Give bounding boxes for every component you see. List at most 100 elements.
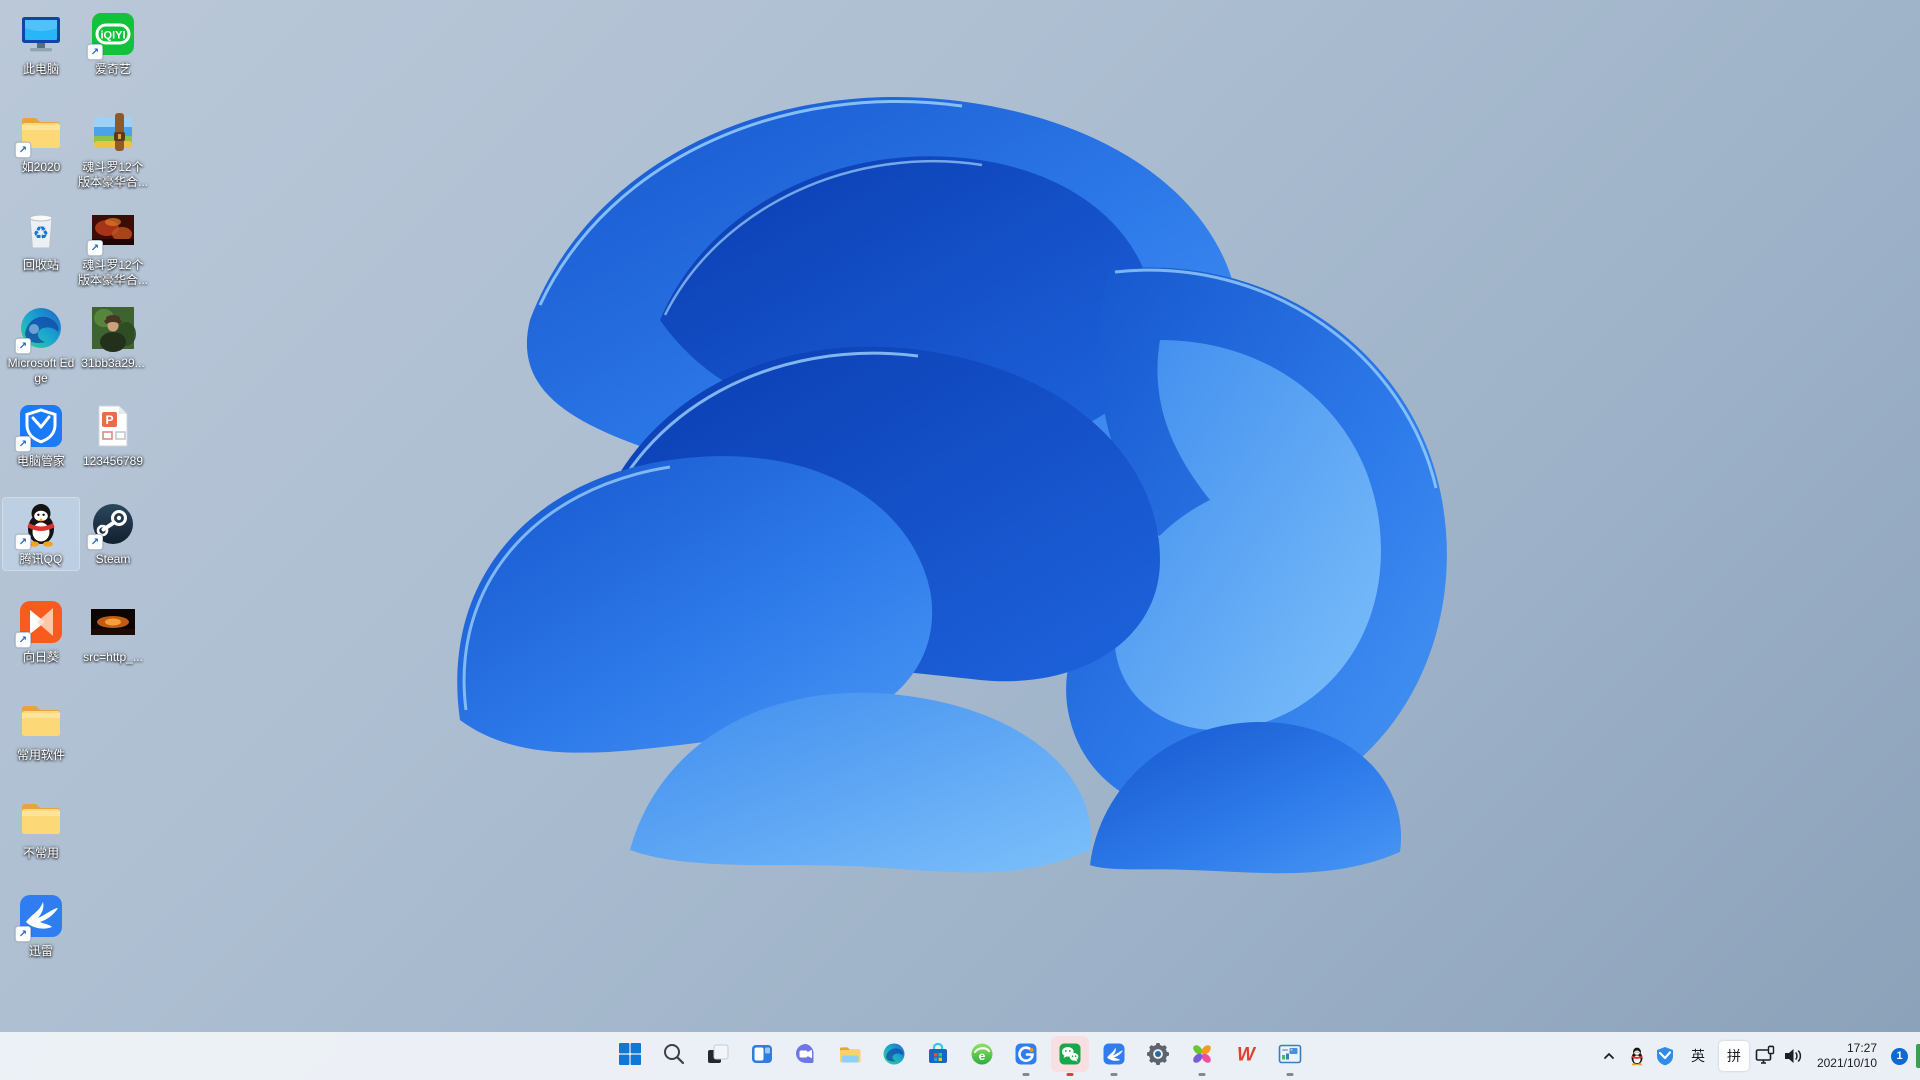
desktop-icon-label: 此电脑 — [22, 62, 59, 76]
chat-icon — [793, 1041, 819, 1072]
shortcut-arrow-icon: ↗ — [87, 534, 103, 550]
taskbar-button-wps-office[interactable]: W — [1224, 1032, 1268, 1080]
desktop-icon[interactable]: ↗ 如2020 — [3, 106, 79, 178]
shortcut-arrow-icon: ↗ — [87, 240, 103, 256]
taskbar-button-file-explorer[interactable] — [828, 1032, 872, 1080]
desktop-icon[interactable]: 常用软件 — [3, 694, 79, 766]
wallpaper-bloom — [457, 96, 1447, 874]
desktop-icon[interactable]: 魂斗罗12个版本豪华合... — [75, 106, 151, 193]
edge-icon: ↗ — [15, 304, 65, 354]
desktop-icon[interactable]: iQIYI ↗ 爱奇艺 — [75, 8, 151, 80]
desktop-icon-label: 31bb3a29... — [81, 356, 145, 370]
game-image-icon: ↗ — [87, 206, 137, 256]
desktop-icon[interactable]: src=http_... — [75, 596, 151, 668]
blue-g-icon — [1013, 1041, 1039, 1072]
desktop-icon[interactable]: 不常用 — [3, 792, 79, 864]
running-indicator — [1198, 1073, 1206, 1076]
desktop-icon-label: 魂斗罗12个版本豪华合... — [77, 160, 148, 189]
desktop-icon[interactable]: P 123456789 — [75, 400, 151, 472]
task-view-icon — [705, 1041, 731, 1072]
taskbar-button-settings[interactable] — [1136, 1032, 1180, 1080]
taskbar-center-icons: eW — [608, 1032, 1312, 1080]
network-ethernet-icon[interactable] — [1753, 1036, 1777, 1076]
running-indicator — [1110, 1073, 1118, 1076]
rar-archive-icon — [89, 108, 137, 156]
ime-mode-indicator[interactable]: 拼 — [1718, 1036, 1749, 1076]
desktop-icon[interactable]: ↗ 魂斗罗12个版本豪华合... — [75, 204, 151, 291]
taskbar-button-widgets[interactable] — [740, 1032, 784, 1080]
settings-gear-icon — [1145, 1041, 1171, 1072]
taskbar-button-wechat[interactable] — [1048, 1032, 1092, 1080]
desktop-icon-label: Steam — [95, 552, 131, 566]
taskbar-button-pinwheel-app[interactable] — [1180, 1032, 1224, 1080]
photo-image-icon — [89, 304, 137, 352]
taskbar-button-image-viewer[interactable] — [1268, 1032, 1312, 1080]
desktop-icon-label: 迅雷 — [28, 944, 53, 958]
ime-language-indicator[interactable]: 英 — [1681, 1036, 1715, 1076]
this-pc-icon — [17, 10, 65, 58]
svg-text:e: e — [979, 1049, 986, 1063]
svg-text:iQIYI: iQIYI — [100, 30, 125, 42]
taskbar-button-360-browser[interactable]: e — [960, 1032, 1004, 1080]
taskbar-button-blue-g-app[interactable] — [1004, 1032, 1048, 1080]
desktop-icon[interactable]: ↗ Microsoft Edge — [3, 302, 79, 389]
desktop-icon[interactable]: 31bb3a29... — [75, 302, 151, 374]
taskbar-button-thunder[interactable] — [1092, 1032, 1136, 1080]
desktop-icon[interactable]: ↗ 向日葵 — [3, 596, 79, 668]
volume-speaker-icon[interactable] — [1781, 1036, 1805, 1076]
file-explorer-icon — [837, 1041, 863, 1072]
desktop-icon-label: 电脑管家 — [16, 454, 65, 468]
folder-icon: ↗ — [15, 108, 65, 158]
shortcut-arrow-icon: ↗ — [15, 142, 31, 158]
ime-mode-box: 拼 — [1718, 1041, 1749, 1071]
desktop-icon[interactable]: ↗ 迅雷 — [3, 890, 79, 962]
desktop-icon-label: 123456789 — [82, 454, 144, 468]
taskbar-clock[interactable]: 17:27 2021/10/10 — [1817, 1041, 1877, 1071]
desktop-icon-label: 常用软件 — [16, 748, 65, 762]
pc-manager-tray-icon[interactable] — [1653, 1036, 1677, 1076]
image-viewer-icon — [1277, 1041, 1303, 1072]
desktop-icon-label: 爱奇艺 — [94, 62, 131, 76]
pinwheel-icon — [1189, 1041, 1215, 1072]
desktop-icon[interactable]: ↗ 腾讯QQ — [2, 497, 80, 571]
sunlogin-icon: ↗ — [15, 598, 65, 648]
desktop-icon[interactable]: ♻ 回收站 — [3, 204, 79, 276]
edge-orb-icon — [881, 1041, 907, 1072]
shortcut-arrow-icon: ↗ — [15, 338, 31, 354]
store-icon — [925, 1041, 951, 1072]
desktop-icon[interactable]: ↗ Steam — [75, 498, 151, 570]
taskbar-button-microsoft-store[interactable] — [916, 1032, 960, 1080]
desktop-icon-label: 回收站 — [22, 258, 59, 272]
taskbar: eW 英 拼 17:27 2021/10/10 1 — [0, 1032, 1920, 1080]
dark-image-icon — [89, 598, 137, 646]
desktop-icon[interactable]: 此电脑 — [3, 8, 79, 80]
recycle-bin-icon: ♻ — [17, 206, 65, 254]
svg-text:P: P — [105, 413, 113, 427]
start-icon — [617, 1041, 643, 1072]
ppt-file-icon: P — [89, 402, 137, 450]
desktop-icon-label: 不常用 — [22, 846, 59, 860]
shortcut-arrow-icon: ↗ — [15, 534, 31, 550]
show-desktop-edge-indicator[interactable] — [1916, 1044, 1920, 1068]
thunder-bird-icon — [1101, 1041, 1127, 1072]
desktop-icon[interactable]: ↗ 电脑管家 — [3, 400, 79, 472]
desktop-icon-label: 腾讯QQ — [19, 552, 63, 566]
steam-icon: ↗ — [87, 500, 137, 550]
taskbar-button-edge-browser[interactable] — [872, 1032, 916, 1080]
taskbar-button-chat[interactable] — [784, 1032, 828, 1080]
widgets-icon — [749, 1041, 775, 1072]
thunder-icon: ↗ — [15, 892, 65, 942]
qq-icon: ↗ — [15, 500, 65, 550]
hidden-icons-chevron-icon[interactable] — [1597, 1036, 1621, 1076]
taskbar-button-start[interactable] — [608, 1032, 652, 1080]
clock-time: 17:27 — [1846, 1041, 1877, 1055]
shortcut-arrow-icon: ↗ — [87, 44, 103, 60]
shortcut-arrow-icon: ↗ — [15, 632, 31, 648]
wechat-icon — [1057, 1041, 1083, 1072]
search-icon — [661, 1041, 687, 1072]
taskbar-button-task-view[interactable] — [696, 1032, 740, 1080]
taskbar-button-search[interactable] — [652, 1032, 696, 1080]
browser-360-icon: e — [969, 1041, 995, 1072]
qq-tray-icon[interactable] — [1625, 1036, 1649, 1076]
notification-count-badge[interactable]: 1 — [1891, 1047, 1908, 1065]
